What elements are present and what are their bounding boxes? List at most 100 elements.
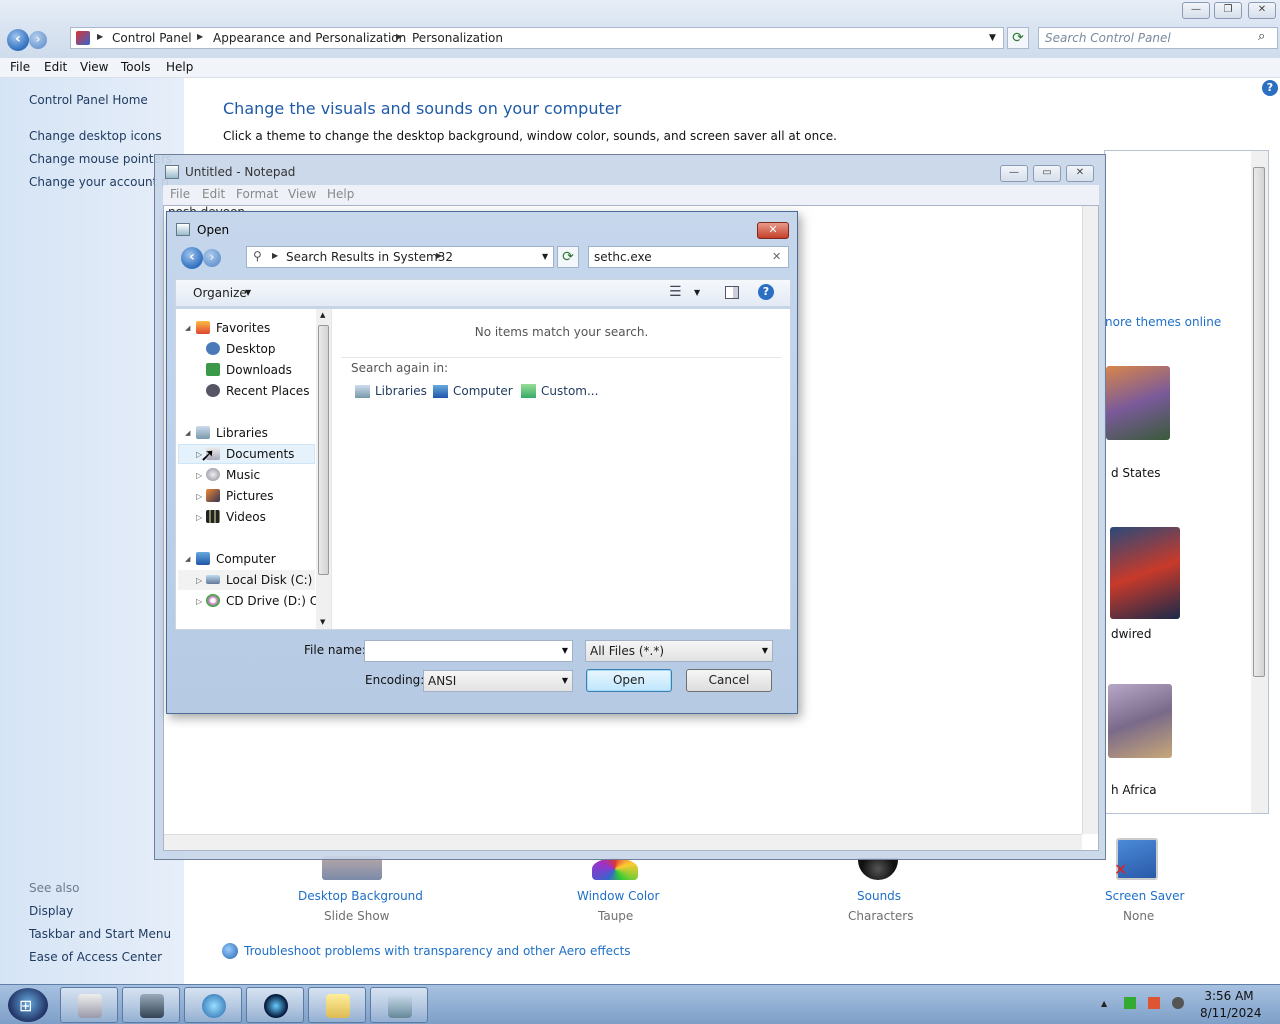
sidebar-item-home[interactable]: Control Panel Home — [29, 93, 148, 107]
nav-local-disk[interactable]: Local Disk (C:) — [226, 573, 312, 587]
collapse-arrow-icon[interactable]: ◢ — [185, 429, 190, 437]
help-icon[interactable]: ? — [1262, 80, 1278, 96]
refresh-icon[interactable]: ⟳ — [1007, 27, 1029, 49]
notepad-vertical-scrollbar[interactable] — [1082, 206, 1098, 834]
menu-edit[interactable]: Edit — [44, 60, 67, 74]
back-button[interactable]: ‹ — [7, 29, 29, 51]
file-name-input[interactable]: ▼ — [364, 640, 573, 662]
forward-button[interactable]: › — [29, 31, 47, 49]
troubleshoot-link[interactable]: Troubleshoot problems with transparency … — [244, 944, 631, 958]
notepad-menu-file[interactable]: File — [170, 187, 190, 201]
get-more-themes-link[interactable]: nore themes online — [1105, 315, 1221, 329]
taskbar-item[interactable] — [246, 987, 304, 1023]
nav-videos[interactable]: Videos — [226, 510, 266, 524]
theme-thumbnail[interactable] — [1108, 684, 1172, 758]
menu-view[interactable]: View — [80, 60, 108, 74]
taskbar-item[interactable] — [370, 987, 428, 1023]
open-button[interactable]: Open — [586, 669, 672, 692]
encoding-select[interactable]: ANSI ▼ — [423, 670, 573, 692]
notepad-close-button[interactable]: ✕ — [1066, 165, 1094, 182]
nav-desktop[interactable]: Desktop — [226, 342, 276, 356]
taskbar-item[interactable] — [184, 987, 242, 1023]
taskbar-item[interactable] — [60, 987, 118, 1023]
expand-arrow-icon[interactable]: ▷ — [196, 471, 202, 480]
sidebar-item-desktop-icons[interactable]: Change desktop icons — [29, 129, 162, 143]
dialog-close-button[interactable]: ✕ — [757, 222, 789, 239]
nav-cd-drive[interactable]: CD Drive (D:) OFF — [226, 594, 316, 608]
scroll-down-icon[interactable]: ▼ — [320, 618, 325, 626]
expand-arrow-icon[interactable]: ▷ — [196, 576, 202, 585]
dialog-address-text[interactable]: Search Results in System32 — [286, 250, 453, 264]
taskbar-item[interactable] — [122, 987, 180, 1023]
chevron-down-icon[interactable]: ▼ — [542, 252, 548, 261]
notepad-menu-format[interactable]: Format — [236, 187, 278, 201]
tray-icon[interactable] — [1148, 997, 1160, 1009]
nav-music[interactable]: Music — [226, 468, 260, 482]
sidebar-item-ease-of-access[interactable]: Ease of Access Center — [29, 950, 162, 964]
chevron-down-icon[interactable]: ▼ — [245, 288, 251, 297]
file-type-select[interactable]: All Files (*.*) ▼ — [585, 640, 773, 662]
search-icon[interactable]: ⌕ — [1258, 29, 1265, 44]
dialog-forward-button[interactable]: › — [203, 249, 221, 267]
notepad-maximize-button[interactable]: ▭ — [1033, 165, 1061, 182]
dialog-back-button[interactable]: ‹ — [181, 247, 203, 269]
chevron-down-icon[interactable]: ▼ — [989, 33, 996, 43]
taskbar-item[interactable] — [308, 987, 366, 1023]
dialog-address-bar[interactable]: ⚲ ▶ Search Results in System32 ▶ ▼ — [246, 246, 554, 268]
notepad-menu-edit[interactable]: Edit — [202, 187, 225, 201]
view-options-icon[interactable]: ☰ — [669, 284, 682, 300]
sidebar-item-mouse-pointers[interactable]: Change mouse pointers — [29, 152, 172, 166]
clock-date[interactable]: 8/11/2024 — [1200, 1006, 1262, 1020]
collapse-arrow-icon[interactable]: ◢ — [185, 324, 190, 332]
nav-favorites[interactable]: Favorites — [216, 321, 270, 335]
dialog-search-input[interactable]: sethc.exe ✕ — [588, 246, 789, 268]
organize-button[interactable]: Organize — [193, 286, 247, 300]
volume-icon[interactable] — [1172, 997, 1184, 1009]
menu-help[interactable]: Help — [166, 60, 193, 74]
theme-thumbnail[interactable] — [1110, 527, 1180, 619]
notepad-menu-help[interactable]: Help — [327, 187, 354, 201]
nav-downloads[interactable]: Downloads — [226, 363, 292, 377]
search-input[interactable]: Search Control Panel — [1038, 27, 1278, 49]
scroll-up-icon[interactable]: ▲ — [320, 311, 325, 319]
close-button[interactable]: ✕ — [1248, 2, 1276, 19]
dialog-refresh-icon[interactable]: ⟳ — [557, 246, 579, 268]
minimize-button[interactable]: — — [1182, 2, 1210, 19]
nav-pictures[interactable]: Pictures — [226, 489, 274, 503]
cancel-button[interactable]: Cancel — [686, 669, 772, 692]
nav-computer[interactable]: Computer — [216, 552, 276, 566]
breadcrumb-item[interactable]: Personalization — [412, 31, 503, 45]
restore-button[interactable]: ❐ — [1214, 2, 1242, 19]
search-again-custom[interactable]: Custom... — [541, 384, 598, 398]
show-hidden-icons[interactable]: ▲ — [1101, 999, 1107, 1008]
sidebar-item-display[interactable]: Display — [29, 904, 73, 918]
screen-saver-icon[interactable]: ✕ — [1114, 838, 1158, 880]
nav-recent-places[interactable]: Recent Places — [226, 384, 309, 398]
tray-icon[interactable] — [1124, 997, 1136, 1009]
sounds-link[interactable]: Sounds — [857, 889, 901, 903]
chevron-down-icon[interactable]: ▼ — [562, 646, 568, 655]
window-color-icon[interactable] — [592, 858, 638, 880]
desktop-background-link[interactable]: Desktop Background — [298, 889, 423, 903]
scroll-thumb[interactable] — [1253, 167, 1265, 677]
notepad-menu-view[interactable]: View — [288, 187, 316, 201]
chevron-down-icon[interactable]: ▼ — [762, 646, 768, 655]
preview-pane-icon[interactable] — [725, 286, 739, 299]
theme-thumbnail[interactable] — [1106, 366, 1170, 440]
nav-libraries[interactable]: Libraries — [216, 426, 268, 440]
menu-file[interactable]: File — [10, 60, 30, 74]
search-again-computer[interactable]: Computer — [453, 384, 513, 398]
sidebar-item-account-picture[interactable]: Change your account p — [29, 175, 169, 189]
sidebar-item-taskbar[interactable]: Taskbar and Start Menu — [29, 927, 171, 941]
notepad-minimize-button[interactable]: — — [1000, 165, 1028, 182]
expand-arrow-icon[interactable]: ▷ — [196, 492, 202, 501]
menu-tools[interactable]: Tools — [121, 60, 151, 74]
chevron-down-icon[interactable]: ▼ — [562, 676, 568, 685]
nav-scroll-thumb[interactable] — [318, 325, 329, 575]
dialog-help-icon[interactable]: ? — [758, 284, 774, 300]
breadcrumb-item[interactable]: Appearance and Personalization — [213, 31, 406, 45]
notepad-horizontal-scrollbar[interactable] — [164, 834, 1082, 850]
theme-scrollbar[interactable] — [1251, 151, 1268, 813]
nav-scrollbar[interactable]: ▲ ▼ — [316, 309, 331, 629]
expand-arrow-icon[interactable]: ▷ — [196, 597, 202, 606]
